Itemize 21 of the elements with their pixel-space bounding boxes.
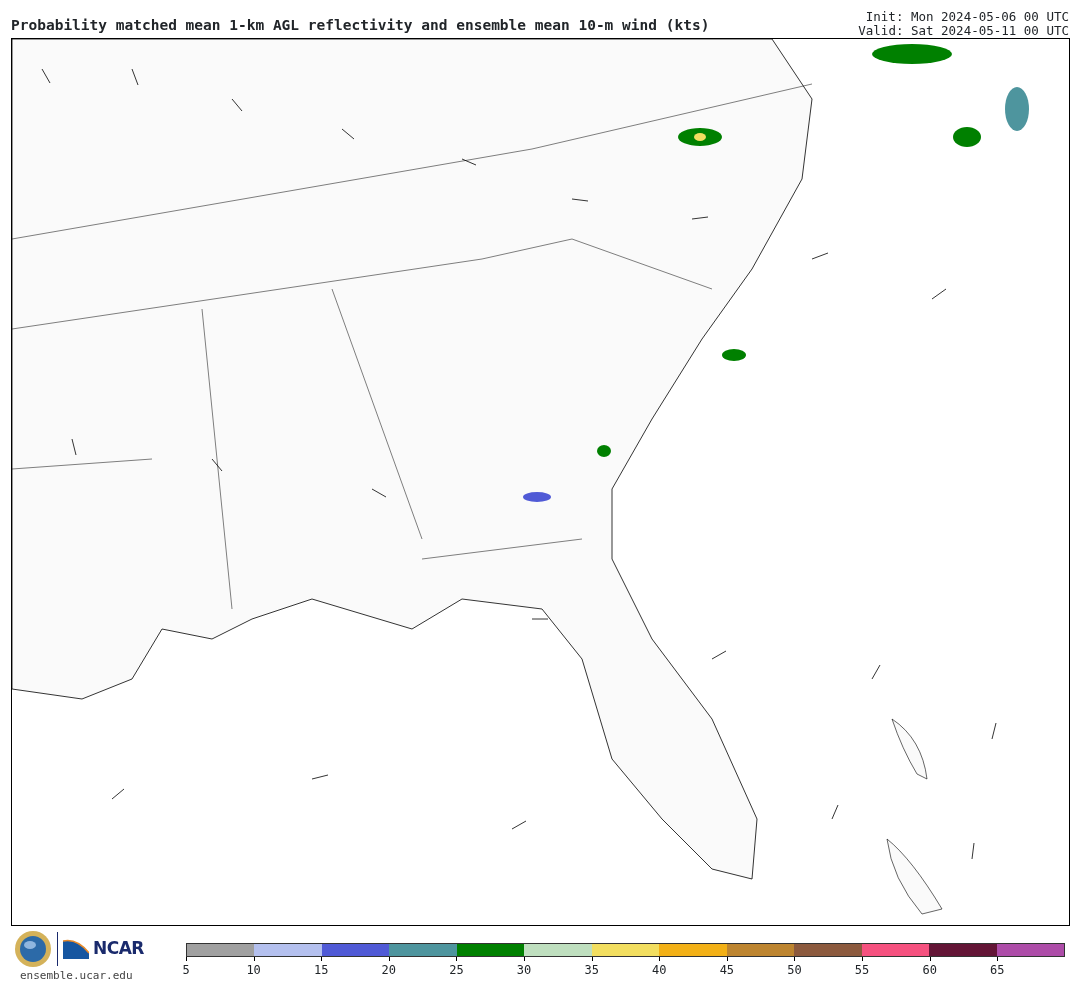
scale-label: 35 <box>584 962 599 979</box>
scale-label: 30 <box>516 962 532 979</box>
scale-label: 45 <box>719 962 735 979</box>
site-address: ensemble.ucar.edu <box>20 968 134 984</box>
globe-emblem-icon <box>14 930 52 968</box>
scale-label: 40 <box>652 962 667 979</box>
scale-label: 60 <box>922 962 937 979</box>
scale-label: 10 <box>246 962 261 979</box>
scale-label: 20 <box>381 962 397 979</box>
swoosh-logo-icon <box>63 939 89 959</box>
divider-line-icon <box>56 932 59 966</box>
scale-label: 25 <box>449 962 464 979</box>
scale-label: 55 <box>854 962 870 979</box>
scale-label: 50 <box>787 962 802 979</box>
scale-label: 65 <box>990 962 1005 979</box>
scale-label: 5 <box>182 962 190 979</box>
valid-time: Valid: Sat 2024-05-11 00 UTC <box>858 24 1069 38</box>
chart-title: Probability matched mean 1-km AGL reflectivity and ensemble mean 10-m wind (kts) <box>11 17 710 32</box>
scale-label: 15 <box>314 962 329 979</box>
init-time: Init: Mon 2024-05-06 00 UTC <box>864 10 1069 24</box>
logo-text: NCAR <box>93 937 144 961</box>
